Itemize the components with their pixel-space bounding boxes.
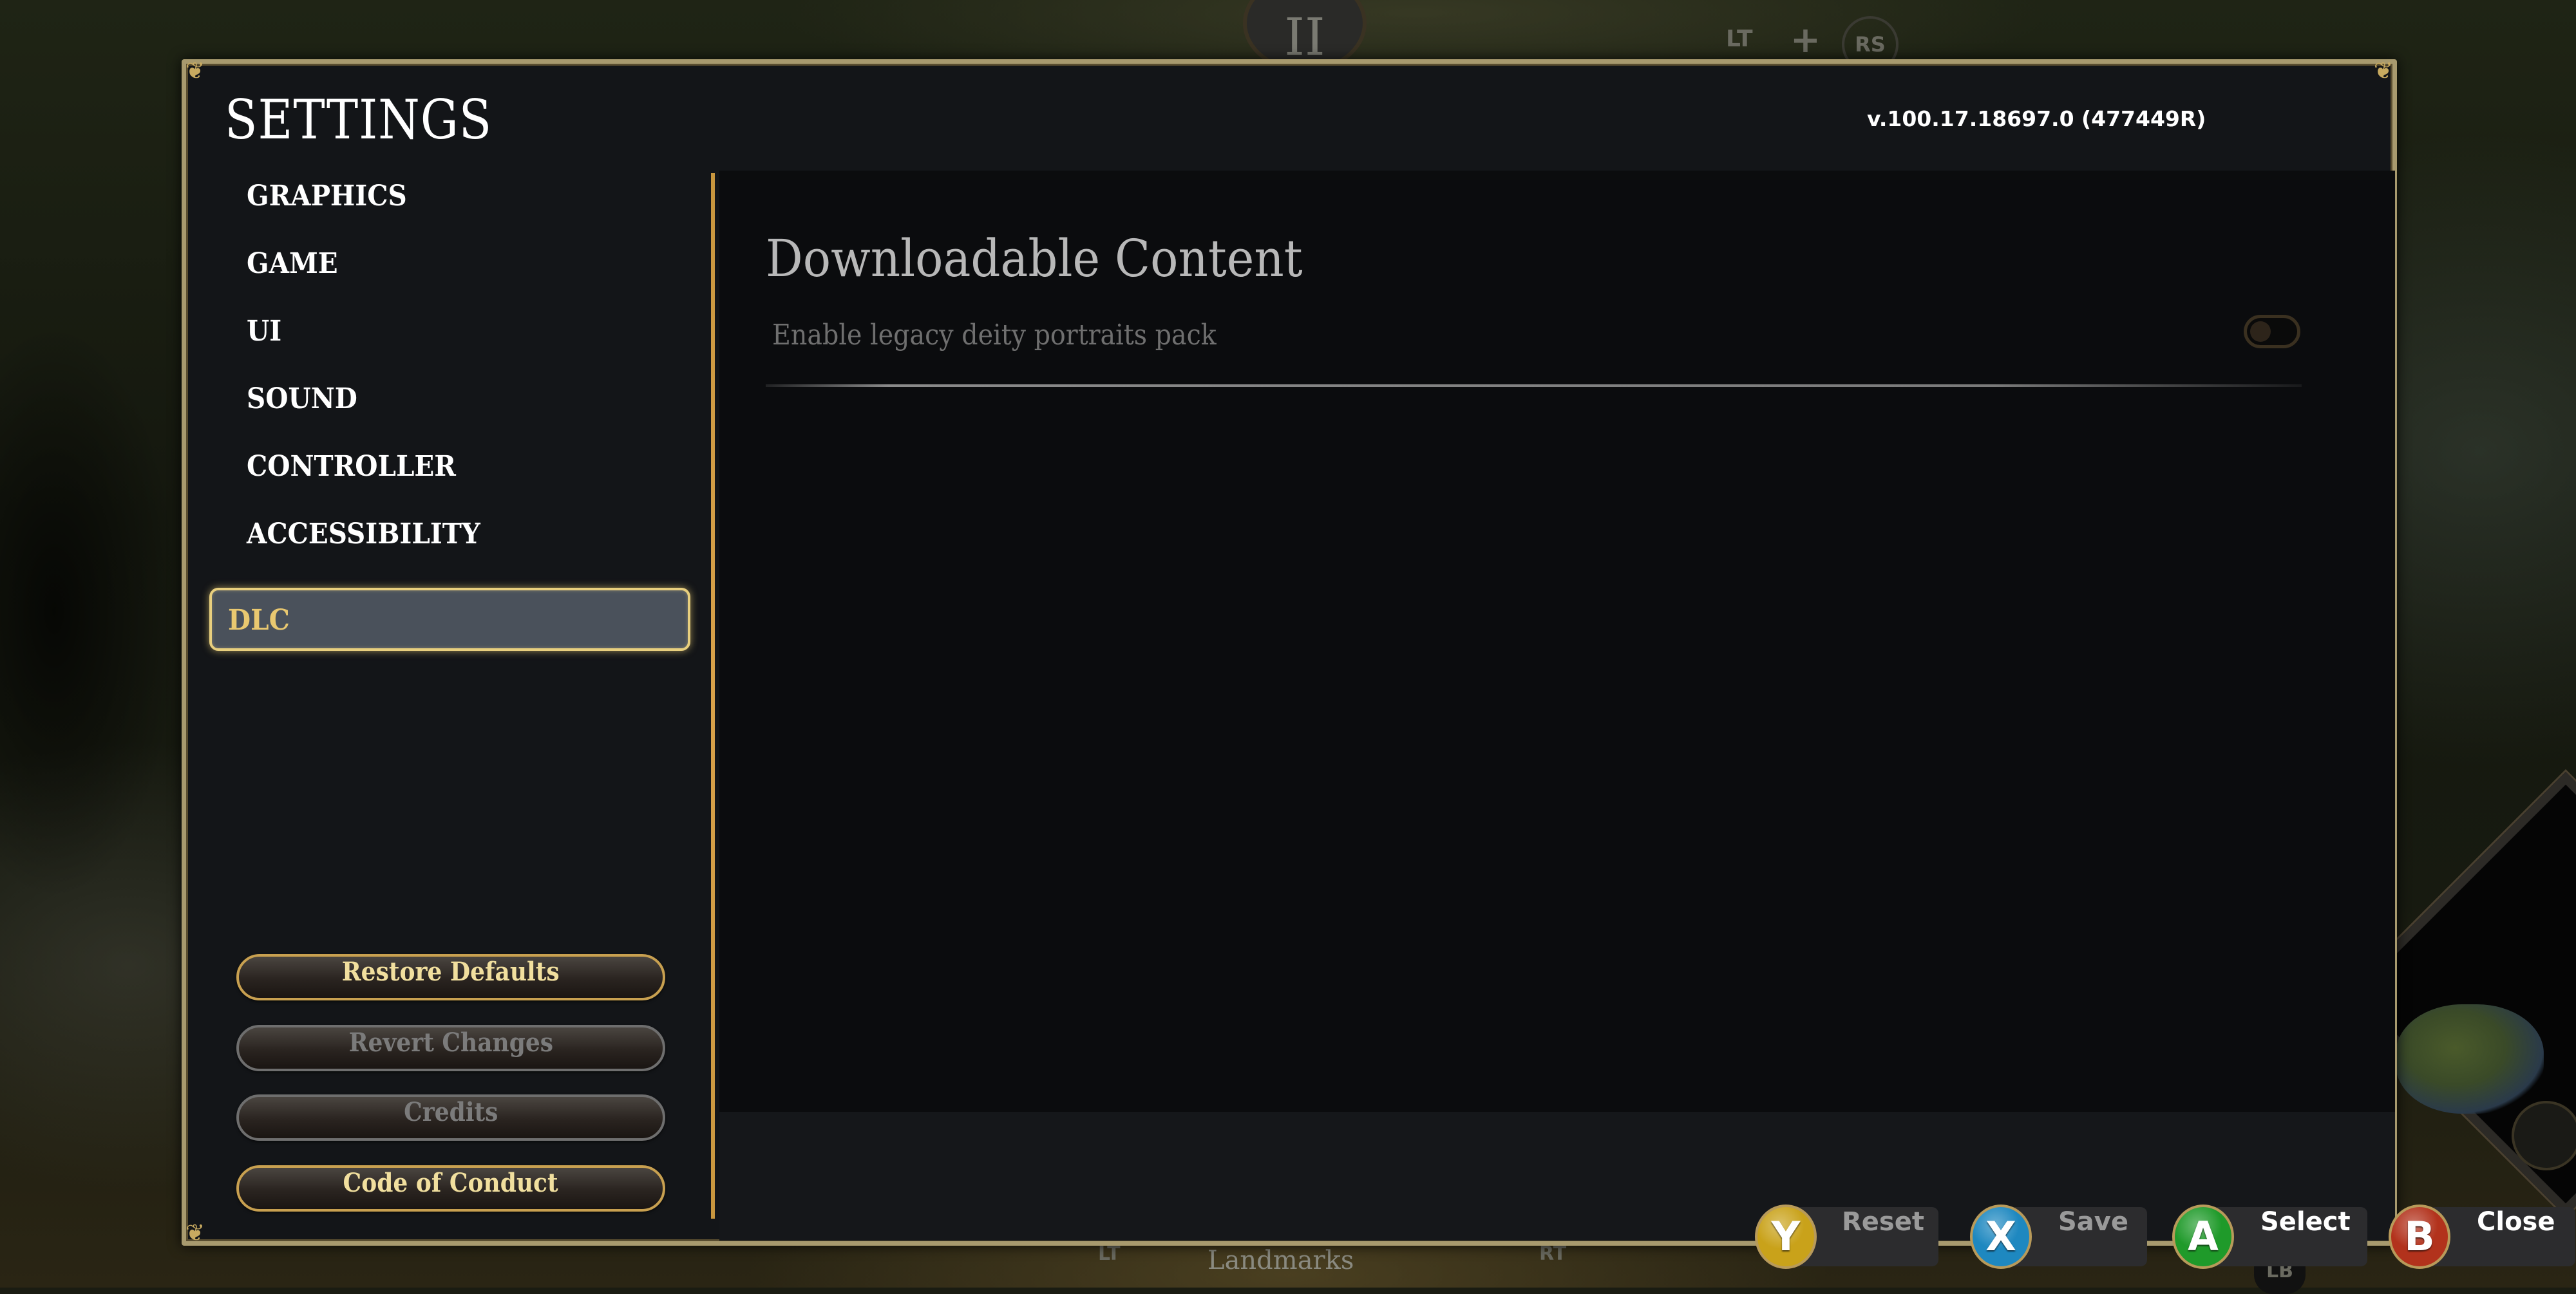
toggle-knob — [2250, 321, 2271, 342]
row-divider — [766, 384, 2302, 387]
frame-corner-ornament-icon: ❦ — [185, 58, 205, 84]
restore-defaults-button[interactable]: Restore Defaults — [236, 954, 665, 1000]
nav-item-ui[interactable]: UI — [211, 315, 690, 382]
hint-select-label: Select — [2260, 1207, 2351, 1237]
nav-item-dlc[interactable]: DLC — [209, 588, 690, 651]
settings-nav: GRAPHICS GAME UI SOUND CONTROLLER ACCESS… — [209, 180, 690, 651]
revert-changes-button[interactable]: Revert Changes — [236, 1025, 665, 1071]
frame-corner-ornament-icon: ❦ — [2373, 58, 2394, 84]
frame-corner-ornament-icon: ❦ — [185, 1220, 205, 1246]
hud-lt-label-bottom: LT — [1098, 1242, 1121, 1265]
legacy-deity-portraits-toggle[interactable] — [2244, 315, 2300, 348]
content-panel: Downloadable Content Enable legacy deity… — [719, 171, 2395, 1112]
window-title: SETTINGS — [225, 88, 493, 151]
button-hints-bar: Reset Y Save X Select A Close B — [719, 1112, 2575, 1269]
nav-item-controller[interactable]: CONTROLLER — [211, 450, 690, 518]
hud-rt-label-bottom: RT — [1539, 1242, 1567, 1265]
y-button-icon: Y — [1755, 1205, 1817, 1269]
hint-close-label: Close — [2477, 1207, 2555, 1237]
sidebar-divider — [711, 173, 715, 1219]
setting-row-legacy-deity-portraits[interactable]: Enable legacy deity portraits pack — [766, 315, 2302, 396]
nav-item-sound[interactable]: SOUND — [211, 382, 690, 450]
version-label: v.100.17.18697.0 (477449R) — [1867, 106, 2206, 131]
hud-landmarks-label: Landmarks — [1208, 1246, 1354, 1275]
x-button-icon: X — [1970, 1205, 2032, 1269]
nav-item-accessibility[interactable]: ACCESSIBILITY — [211, 518, 690, 585]
b-button-icon: B — [2389, 1205, 2450, 1269]
hint-reset-label: Reset — [1842, 1207, 1924, 1237]
banner-icon — [2512, 1101, 2576, 1170]
code-of-conduct-button[interactable]: Code of Conduct — [236, 1165, 665, 1212]
hud-plus-icon: + — [1790, 19, 1821, 61]
settings-window: ❦ ❦ ❦ ❦ SETTINGS v.100.17.18697.0 (47744… — [182, 58, 2575, 1269]
hud-lt-label: LT — [1726, 26, 1753, 52]
game-background-shadow — [0, 322, 180, 901]
setting-label: Enable legacy deity portraits pack — [772, 319, 1217, 352]
hint-save-label: Save — [2058, 1207, 2129, 1237]
credits-button[interactable]: Credits — [236, 1094, 665, 1141]
a-button-icon: A — [2172, 1205, 2234, 1269]
nav-item-game[interactable]: GAME — [211, 247, 690, 315]
minimap-terrain — [2396, 1004, 2544, 1114]
nav-item-graphics[interactable]: GRAPHICS — [211, 180, 690, 247]
section-title: Downloadable Content — [766, 229, 1303, 288]
